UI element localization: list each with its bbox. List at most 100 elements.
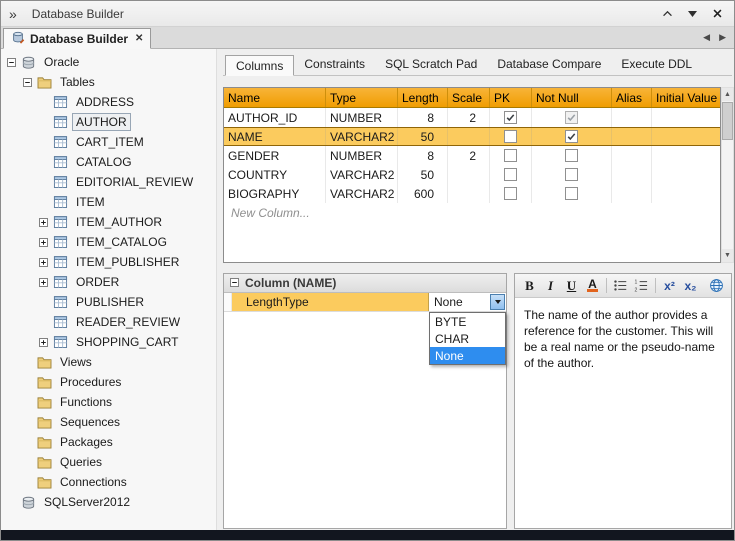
expand-expander-icon[interactable]	[39, 218, 53, 227]
cell-scale[interactable]	[448, 184, 490, 203]
cell-type[interactable]: NUMBER	[326, 108, 398, 127]
pk-checkbox[interactable]	[504, 187, 517, 200]
cell-name[interactable]: AUTHOR_ID	[224, 108, 326, 127]
pk-checkbox[interactable]	[504, 130, 517, 143]
underline-button[interactable]: U	[562, 276, 581, 295]
cell-name[interactable]: NAME	[224, 128, 326, 145]
tree-item-sequences[interactable]: Sequences	[1, 412, 216, 432]
cell-type[interactable]: NUMBER	[326, 146, 398, 165]
collapse-section-icon[interactable]	[230, 276, 239, 290]
tree-item-oracle[interactable]: Oracle	[1, 52, 216, 72]
tab-execute-ddl[interactable]: Execute DDL	[611, 54, 702, 75]
tab-close-icon[interactable]: ✕	[135, 33, 143, 44]
grid-scrollbar[interactable]: ▲ ▼	[721, 87, 734, 263]
column-properties-header[interactable]: Column (NAME)	[224, 274, 506, 293]
cell-pk[interactable]	[490, 128, 532, 145]
expand-expander-icon[interactable]	[39, 238, 53, 247]
dropdown-option-byte[interactable]: BYTE	[430, 313, 505, 330]
table-row-author-id[interactable]: AUTHOR_IDNUMBER82	[224, 108, 720, 127]
column-header-type[interactable]: Type	[326, 88, 398, 107]
cell-type[interactable]: VARCHAR2	[326, 165, 398, 184]
scrollbar-thumb[interactable]	[722, 102, 733, 140]
tree-item-shopping-cart[interactable]: SHOPPING_CART	[1, 332, 216, 352]
tab-columns[interactable]: Columns	[225, 55, 294, 76]
tree-item-catalog[interactable]: CATALOG	[1, 152, 216, 172]
cell-length[interactable]: 600	[398, 184, 448, 203]
cell-length[interactable]: 8	[398, 146, 448, 165]
scroll-up-icon[interactable]: ▲	[722, 88, 733, 101]
tree-item-author[interactable]: AUTHOR	[1, 112, 216, 132]
table-row-name[interactable]: NAMEVARCHAR250	[224, 127, 720, 146]
column-header-pk[interactable]: PK	[490, 88, 532, 107]
column-header-alias[interactable]: Alias	[612, 88, 652, 107]
tree-item-item[interactable]: ITEM	[1, 192, 216, 212]
cell-not-null[interactable]	[532, 165, 612, 184]
tab-scroll-right-icon[interactable]: ▶	[719, 32, 726, 43]
bullet-list-button[interactable]	[611, 276, 630, 295]
tab-database-builder[interactable]: Database Builder ✕	[3, 28, 151, 49]
cell-not-null[interactable]	[532, 184, 612, 203]
close-icon[interactable]	[710, 7, 725, 21]
combo-dropdown-button[interactable]	[490, 294, 505, 310]
cell-alias[interactable]	[612, 108, 652, 127]
cell-initial-value[interactable]	[652, 108, 720, 127]
tree-item-item-catalog[interactable]: ITEM_CATALOG	[1, 232, 216, 252]
dropdown-option-none[interactable]: None	[430, 347, 505, 364]
hyperlink-globe-button[interactable]	[707, 276, 726, 295]
tab-scroll-left-icon[interactable]: ◀	[703, 32, 710, 43]
tree-item-connections[interactable]: Connections	[1, 472, 216, 492]
window-menu-icon[interactable]	[685, 7, 700, 21]
font-color-button[interactable]: A	[583, 276, 602, 295]
cell-alias[interactable]	[612, 165, 652, 184]
cell-alias[interactable]	[612, 128, 652, 145]
subscript-button[interactable]: x₂	[681, 276, 700, 295]
column-header-scale[interactable]: Scale	[448, 88, 490, 107]
cell-pk[interactable]	[490, 184, 532, 203]
cell-not-null[interactable]	[532, 108, 612, 127]
cell-initial-value[interactable]	[652, 146, 720, 165]
cell-length[interactable]: 50	[398, 128, 448, 145]
tree-item-sqlserver2012[interactable]: SQLServer2012	[1, 492, 216, 512]
cell-not-null[interactable]	[532, 128, 612, 145]
cell-scale[interactable]	[448, 165, 490, 184]
column-header-initial-value[interactable]: Initial Value	[652, 88, 720, 107]
dropdown-option-char[interactable]: CHAR	[430, 330, 505, 347]
expand-expander-icon[interactable]	[39, 278, 53, 287]
tab-sql-scratch-pad[interactable]: SQL Scratch Pad	[375, 54, 487, 75]
cell-scale[interactable]: 2	[448, 146, 490, 165]
tab-database-compare[interactable]: Database Compare	[487, 54, 611, 75]
not-null-checkbox[interactable]	[565, 130, 578, 143]
column-header-length[interactable]: Length	[398, 88, 448, 107]
property-name[interactable]: LengthType	[232, 293, 429, 311]
tree-item-tables[interactable]: Tables	[1, 72, 216, 92]
tab-constraints[interactable]: Constraints	[294, 54, 375, 75]
table-row-country[interactable]: COUNTRYVARCHAR250	[224, 165, 720, 184]
property-value[interactable]: None	[429, 293, 506, 311]
cell-alias[interactable]	[612, 146, 652, 165]
italic-button[interactable]: I	[541, 276, 560, 295]
cell-name[interactable]: COUNTRY	[224, 165, 326, 184]
cell-type[interactable]: VARCHAR2	[326, 184, 398, 203]
cell-name[interactable]: GENDER	[224, 146, 326, 165]
cell-scale[interactable]: 2	[448, 108, 490, 127]
cell-initial-value[interactable]	[652, 128, 720, 145]
cell-scale[interactable]	[448, 128, 490, 145]
chevron-up-icon[interactable]	[660, 7, 675, 21]
collapse-expander-icon[interactable]	[7, 58, 21, 67]
table-row-biography[interactable]: BIOGRAPHYVARCHAR2600	[224, 184, 720, 203]
tree-item-publisher[interactable]: PUBLISHER	[1, 292, 216, 312]
numbered-list-button[interactable]: 12	[632, 276, 651, 295]
column-header-name[interactable]: Name	[224, 88, 326, 107]
scroll-down-icon[interactable]: ▼	[722, 249, 733, 262]
table-row-gender[interactable]: GENDERNUMBER82	[224, 146, 720, 165]
not-null-checkbox[interactable]	[565, 187, 578, 200]
dock-chevrons-icon[interactable]: »	[9, 6, 16, 22]
cell-length[interactable]: 50	[398, 165, 448, 184]
tree-item-cart-item[interactable]: CART_ITEM	[1, 132, 216, 152]
tree-item-address[interactable]: ADDRESS	[1, 92, 216, 112]
tree-item-queries[interactable]: Queries	[1, 452, 216, 472]
not-null-checkbox[interactable]	[565, 168, 578, 181]
new-column-row[interactable]: New Column...	[224, 203, 720, 222]
tree-item-views[interactable]: Views	[1, 352, 216, 372]
expand-expander-icon[interactable]	[39, 338, 53, 347]
